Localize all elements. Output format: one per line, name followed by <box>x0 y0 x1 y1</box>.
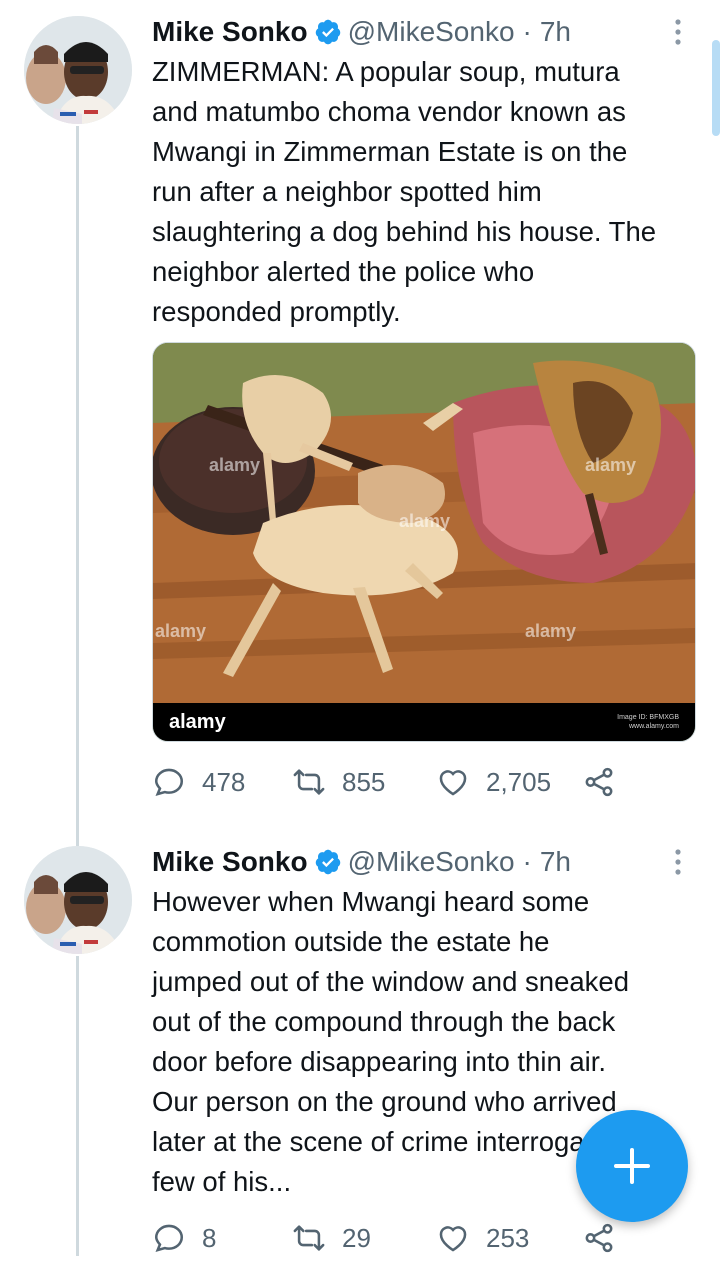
retweet-button[interactable]: 29 <box>292 1221 436 1255</box>
avatar-image <box>24 16 132 124</box>
avatar-image <box>24 846 132 954</box>
like-button[interactable]: 253 <box>436 1221 582 1255</box>
compose-tweet-button[interactable] <box>576 1110 688 1222</box>
author-handle[interactable]: @MikeSonko <box>348 16 515 48</box>
like-count: 253 <box>486 1222 530 1253</box>
author-handle[interactable]: @MikeSonko <box>348 846 515 878</box>
reply-button[interactable]: 478 <box>152 765 292 799</box>
heart-icon <box>439 770 467 796</box>
retweet-icon <box>293 769 325 795</box>
heart-icon <box>439 1226 467 1252</box>
watermark: alamy <box>155 621 207 641</box>
tweet-actions: 8 29 253 <box>152 1218 622 1258</box>
separator-dot: · <box>522 846 532 877</box>
reply-icon <box>154 768 184 796</box>
tweet-header: Mike Sonko @MikeSonko · 7h <box>152 844 690 880</box>
media-image-id: Image ID: BFMXGB www.alamy.com <box>617 713 679 731</box>
share-icon <box>585 1223 613 1253</box>
watermark: alamy <box>525 621 577 641</box>
reply-count: 8 <box>202 1222 217 1253</box>
plus-icon <box>614 1148 650 1184</box>
share-button[interactable] <box>582 1221 616 1255</box>
share-button[interactable] <box>582 765 616 799</box>
tweet-media[interactable]: alamy alamy alamy alamy alamy alamy Imag… <box>152 342 696 742</box>
like-count: 2,705 <box>486 766 552 797</box>
avatar[interactable] <box>24 846 132 954</box>
reply-icon <box>154 1224 184 1252</box>
retweet-count: 29 <box>342 1222 371 1253</box>
image-id-text: Image ID: BFMXGB <box>617 714 679 721</box>
tweet-header: Mike Sonko @MikeSonko · 7h <box>152 14 690 50</box>
verified-badge-icon <box>315 19 340 45</box>
verified-badge-icon <box>315 849 340 875</box>
more-vertical-icon[interactable] <box>666 16 690 48</box>
share-icon <box>585 767 613 797</box>
avatar[interactable] <box>24 16 132 124</box>
thread-connector <box>76 126 79 846</box>
retweet-icon <box>293 1225 325 1251</box>
author-name[interactable]: Mike Sonko <box>152 16 308 48</box>
reply-button[interactable]: 8 <box>152 1221 292 1255</box>
author-name[interactable]: Mike Sonko <box>152 846 308 878</box>
thread-connector <box>76 956 79 1256</box>
more-vertical-icon[interactable] <box>666 846 690 878</box>
timestamp[interactable]: 7h <box>540 16 571 48</box>
retweet-count: 855 <box>342 766 386 797</box>
image-url-text: www.alamy.com <box>628 723 679 730</box>
tweet-text: ZIMMERMAN: A popular soup, mutura and ma… <box>152 56 657 327</box>
watermark: alamy <box>585 455 637 475</box>
tweet-actions: 478 855 2,705 <box>152 762 622 802</box>
media-brand: alamy <box>169 710 226 733</box>
separator-dot: · <box>522 16 532 47</box>
watermark: alamy <box>209 455 261 475</box>
watermark: alamy <box>399 511 451 531</box>
media-photo <box>153 343 695 741</box>
like-button[interactable]: 2,705 <box>436 765 582 799</box>
retweet-button[interactable]: 855 <box>292 765 436 799</box>
media-credit-bar: alamy Image ID: BFMXGB www.alamy.com <box>153 703 695 741</box>
reply-count: 478 <box>202 766 246 797</box>
tweet[interactable]: Mike Sonko @MikeSonko · 7h ZIMMERMAN: A … <box>0 0 720 846</box>
timestamp[interactable]: 7h <box>540 846 571 878</box>
